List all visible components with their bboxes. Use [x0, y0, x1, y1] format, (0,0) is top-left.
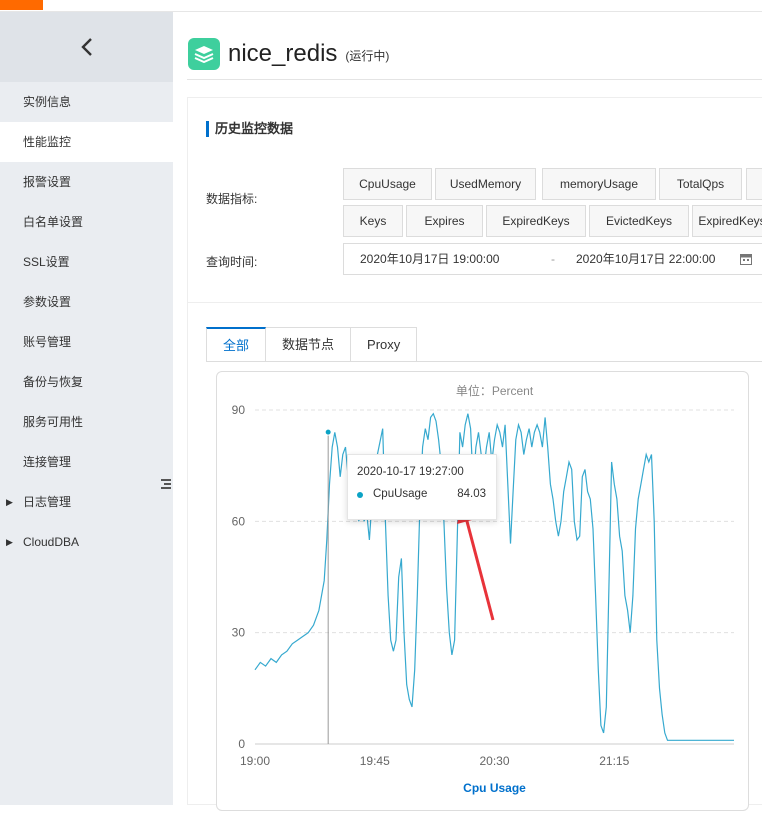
metric-button[interactable]: UsedMemory — [435, 168, 536, 200]
metric-button[interactable]: ExpiredKeys — [486, 205, 586, 237]
database-stack-icon — [194, 46, 214, 63]
header-divider — [187, 79, 762, 80]
sidebar-item-label: 性能监控 — [23, 135, 72, 149]
sidebar-item-label: 实例信息 — [23, 95, 72, 109]
metric-button-overflow[interactable] — [746, 168, 762, 200]
caret-right-icon[interactable]: ▶ — [6, 482, 13, 522]
sidebar-item[interactable]: SSL设置 — [0, 242, 173, 282]
section-divider — [188, 302, 762, 303]
top-bar — [0, 0, 762, 12]
sidebar-item[interactable]: 参数设置 — [0, 282, 173, 322]
tooltip-value: 84.03 — [457, 488, 486, 500]
annotation-arrow-shaft — [462, 509, 495, 621]
sidebar-item-label: 服务可用性 — [23, 415, 84, 429]
y-tick-label: 30 — [232, 626, 246, 640]
x-axis-label: Cpu Usage — [463, 781, 526, 795]
tooltip-series-name: CpuUsage — [373, 488, 428, 500]
sidebar-item-label: 账号管理 — [23, 335, 72, 349]
node-tabs: 全部 数据节点 Proxy — [206, 327, 418, 362]
main-content: nice_redis (运行中) 历史监控数据 数据指标: CpuUsage Us… — [173, 12, 762, 811]
metric-button[interactable]: EvictedKeys — [589, 205, 689, 237]
metric-button[interactable]: memoryUsage — [542, 168, 656, 200]
hover-point — [324, 428, 332, 436]
sidebar-item-label: 报警设置 — [23, 175, 72, 189]
sidebar-item-label: 日志管理 — [23, 495, 72, 509]
chart-title: 单位：Percent — [456, 383, 534, 398]
sidebar-item[interactable]: 报警设置 — [0, 162, 173, 202]
calendar-icon[interactable] — [740, 253, 752, 265]
sidebar-item[interactable]: 备份与恢复 — [0, 362, 173, 402]
sidebar-item[interactable]: 服务可用性 — [0, 402, 173, 442]
sidebar-item-label: CloudDBA — [23, 535, 80, 549]
sidebar: 实例信息性能监控报警设置白名单设置 SSL设置参数设置账号管理备份与恢复服务可用性… — [0, 12, 174, 805]
tooltip-time: 2020-10-17 19:27:00 — [357, 466, 464, 478]
back-button[interactable] — [0, 12, 173, 82]
redis-logo — [188, 38, 220, 70]
sidebar-menu: 实例信息性能监控报警设置白名单设置 SSL设置参数设置账号管理备份与恢复服务可用性… — [0, 82, 173, 562]
instance-header: nice_redis (运行中) — [188, 36, 389, 72]
sidebar-item[interactable]: ▶ 日志管理 — [0, 482, 173, 522]
sidebar-item[interactable]: 实例信息 — [0, 82, 173, 122]
tab[interactable]: 全部 — [206, 327, 267, 362]
menu-collapse-icon — [161, 479, 171, 489]
metric-button[interactable]: CpuUsage — [343, 168, 432, 200]
y-tick-label: 90 — [232, 403, 246, 417]
sidebar-item-label: 白名单设置 — [23, 215, 84, 229]
monitor-panel: 历史监控数据 数据指标: CpuUsage UsedMemory memoryUsa… — [187, 97, 762, 811]
sidebar-item-label: SSL设置 — [23, 255, 70, 269]
tabs-underline — [206, 361, 762, 362]
tab[interactable]: 数据节点 — [266, 327, 352, 362]
page-title: nice_redis — [228, 40, 338, 67]
y-tick-label: 0 — [238, 737, 245, 751]
caret-right-icon[interactable]: ▶ — [6, 522, 13, 562]
sidebar-item-label: 连接管理 — [23, 455, 72, 469]
sidebar-item-label: 参数设置 — [23, 295, 72, 309]
chevron-left-icon — [80, 38, 92, 56]
y-tick-label: 60 — [232, 514, 246, 528]
metric-button[interactable]: Expires — [406, 205, 483, 237]
sidebar-item[interactable]: ▶ CloudDBA — [0, 522, 173, 562]
x-tick-label: 20:30 — [479, 754, 509, 768]
sidebar-item-label: 备份与恢复 — [23, 375, 84, 389]
cpu-chart-card: 单位：Percent 0 30 60 90 19:00 19:45 20:30 21:15 Cpu… — [216, 371, 749, 811]
metric-button[interactable]: Keys — [343, 205, 403, 237]
x-tick-label: 19:00 — [240, 754, 270, 768]
sidebar-item[interactable]: 性能监控 — [0, 122, 173, 162]
cpu-usage-chart[interactable]: 单位：Percent 0 30 60 90 19:00 19:45 20:30 21:15 Cpu… — [217, 372, 750, 812]
time-label: 查询时间: — [206, 255, 258, 269]
tab[interactable]: Proxy — [351, 327, 418, 362]
metric-button[interactable]: ExpiredKeys — [692, 205, 762, 237]
range-start[interactable]: 2020年10月17日 19:00:00 — [360, 244, 499, 274]
sidebar-collapse-toggle[interactable] — [158, 460, 174, 508]
date-range-picker[interactable]: 2020年10月17日 19:00:00 - 2020年10月17日 22:00… — [343, 243, 762, 275]
metric-button[interactable]: TotalQps — [659, 168, 742, 200]
chart-tooltip: 2020-10-17 19:27:00 CpuUsage 84.03 — [347, 454, 497, 520]
tooltip-series-marker — [357, 492, 363, 498]
sidebar-item[interactable]: 账号管理 — [0, 322, 173, 362]
sidebar-item[interactable]: 连接管理 — [0, 442, 173, 482]
x-tick-label: 21:15 — [599, 754, 629, 768]
status-badge: (运行中) — [345, 48, 390, 63]
sidebar-item[interactable]: 白名单设置 — [0, 202, 173, 242]
x-tick-label: 19:45 — [360, 754, 390, 768]
section-title: 历史监控数据 — [206, 121, 293, 137]
brand-logo[interactable] — [0, 0, 43, 10]
range-end[interactable]: 2020年10月17日 22:00:00 — [576, 244, 715, 274]
metrics-label: 数据指标: — [206, 192, 258, 206]
range-separator: - — [551, 252, 555, 266]
